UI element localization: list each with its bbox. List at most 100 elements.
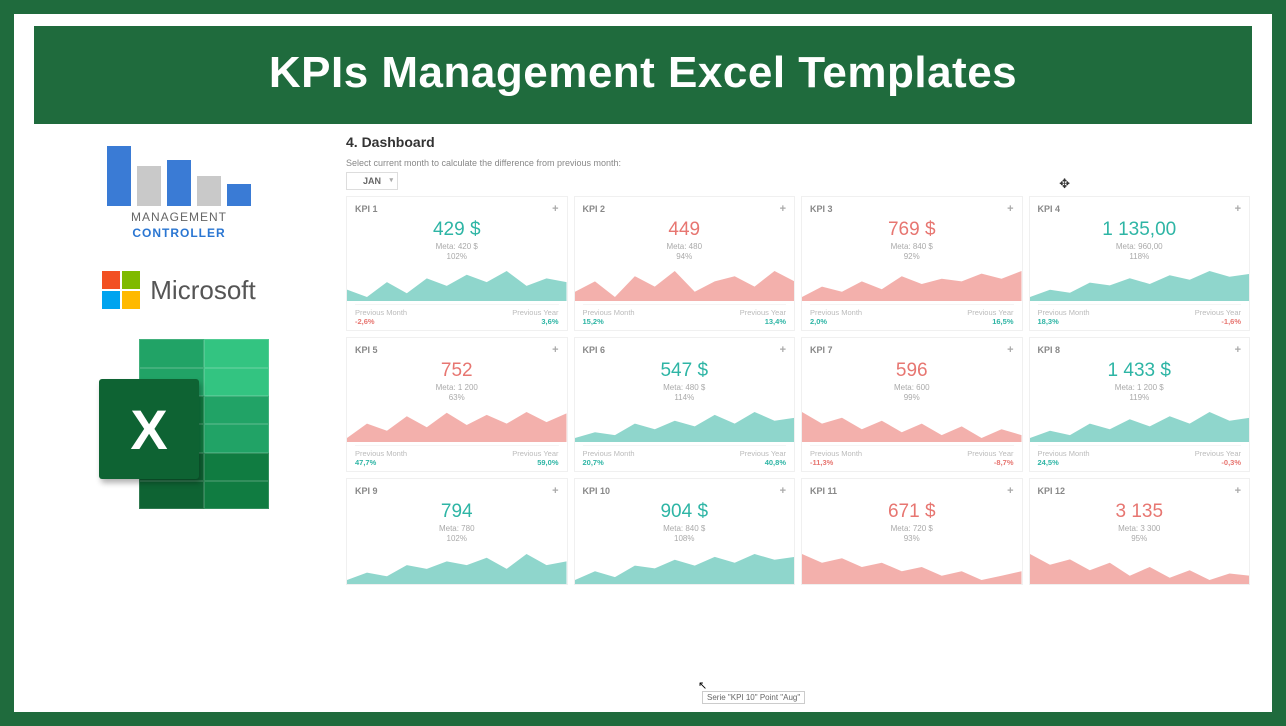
month-select[interactable]: JAN [346,172,398,190]
kpi-sparkline [802,265,1022,301]
expand-icon[interactable]: + [780,203,786,215]
kpi-card-2: KPI 2 + 449 Meta: 48094% Previous Month1… [574,196,796,331]
dashboard-subtitle: Select current month to calculate the di… [346,158,1250,168]
kpi-value: 752 [355,360,559,382]
kpi-name: KPI 7 [810,345,833,355]
expand-icon[interactable]: + [780,485,786,497]
kpi-sparkline [575,548,795,584]
excel-logo: X [79,329,279,519]
kpi-sparkline [575,265,795,301]
kpi-grid: KPI 1 + 429 $ Meta: 420 $102% Previous M… [346,196,1250,585]
expand-icon[interactable]: + [1007,344,1013,356]
kpi-sparkline [347,406,567,442]
kpi-value: 596 [810,360,1014,382]
kpi-footer: Previous Month-2,6% Previous Year3,6% [355,304,559,326]
left-sidebar: MANAGEMENT CONTROLLER Microsoft [34,130,324,700]
dashboard-heading: 4. Dashboard [346,134,1250,150]
kpi-sparkline [575,406,795,442]
kpi-value: 1 433 $ [1038,360,1242,382]
page-title: KPIs Management Excel Templates [34,48,1252,98]
kpi-name: KPI 11 [810,486,837,496]
kpi-sparkline [347,265,567,301]
kpi-footer: Previous Month2,0% Previous Year16,5% [810,304,1014,326]
kpi-value: 769 $ [810,219,1014,241]
kpi-card-12: KPI 12 + 3 135 Meta: 3 30095% [1029,478,1251,584]
kpi-card-9: KPI 9 + 794 Meta: 780102% [346,478,568,584]
kpi-card-6: KPI 6 + 547 $ Meta: 480 $114% Previous M… [574,337,796,472]
kpi-card-7: KPI 7 + 596 Meta: 60099% Previous Month-… [801,337,1023,472]
kpi-value: 904 $ [583,501,787,523]
logo-label: MANAGEMENT CONTROLLER [107,210,251,241]
expand-icon[interactable]: + [552,203,558,215]
kpi-name: KPI 12 [1038,486,1066,496]
kpi-meta: Meta: 1 200 $119% [1038,383,1242,402]
kpi-card-10: KPI 10 + 904 $ Meta: 840 $108% [574,478,796,584]
white-frame: KPIs Management Excel Templates MANAGEME… [14,14,1272,712]
expand-icon[interactable]: + [1235,485,1241,497]
kpi-name: KPI 9 [355,486,378,496]
title-bar: KPIs Management Excel Templates [34,26,1252,124]
kpi-meta: Meta: 3 30095% [1038,524,1242,543]
kpi-meta: Meta: 720 $93% [810,524,1014,543]
kpi-value: 671 $ [810,501,1014,523]
expand-icon[interactable]: + [1235,344,1241,356]
excel-x-icon: X [99,379,199,479]
kpi-name: KPI 3 [810,204,833,214]
dashboard-panel: 4. Dashboard Select current month to cal… [344,130,1252,700]
expand-icon[interactable]: + [780,344,786,356]
kpi-sparkline [1030,548,1250,584]
chart-tooltip: Serie "KPI 10" Point "Aug" [702,691,805,704]
kpi-sparkline [1030,406,1250,442]
kpi-footer: Previous Month15,2% Previous Year13,4% [583,304,787,326]
kpi-footer: Previous Month18,3% Previous Year-1,6% [1038,304,1242,326]
move-cursor-icon: ✥ [1059,176,1070,192]
kpi-meta: Meta: 960,00118% [1038,242,1242,261]
kpi-name: KPI 4 [1038,204,1061,214]
expand-icon[interactable]: + [1235,203,1241,215]
kpi-value: 429 $ [355,219,559,241]
kpi-footer: Previous Month-11,3% Previous Year-8,7% [810,445,1014,467]
kpi-value: 449 [583,219,787,241]
kpi-sparkline [802,406,1022,442]
microsoft-icon [102,271,140,309]
kpi-meta: Meta: 1 20063% [355,383,559,402]
kpi-card-3: KPI 3 + 769 $ Meta: 840 $92% Previous Mo… [801,196,1023,331]
microsoft-label: Microsoft [150,275,255,306]
kpi-meta: Meta: 780102% [355,524,559,543]
kpi-value: 3 135 [1038,501,1242,523]
kpi-name: KPI 8 [1038,345,1061,355]
kpi-name: KPI 10 [583,486,611,496]
expand-icon[interactable]: + [1007,203,1013,215]
expand-icon[interactable]: + [1007,485,1013,497]
kpi-card-5: KPI 5 + 752 Meta: 1 20063% Previous Mont… [346,337,568,472]
kpi-name: KPI 1 [355,204,378,214]
main-area: MANAGEMENT CONTROLLER Microsoft [34,130,1252,700]
kpi-name: KPI 5 [355,345,378,355]
kpi-meta: Meta: 420 $102% [355,242,559,261]
outer-frame: KPIs Management Excel Templates MANAGEME… [0,0,1286,726]
kpi-meta: Meta: 48094% [583,242,787,261]
kpi-footer: Previous Month47,7% Previous Year59,0% [355,445,559,467]
kpi-meta: Meta: 840 $108% [583,524,787,543]
management-controller-logo: MANAGEMENT CONTROLLER [107,136,251,241]
expand-icon[interactable]: + [552,344,558,356]
kpi-value: 794 [355,501,559,523]
kpi-card-1: KPI 1 + 429 $ Meta: 420 $102% Previous M… [346,196,568,331]
kpi-sparkline [802,548,1022,584]
kpi-name: KPI 2 [583,204,606,214]
kpi-name: KPI 6 [583,345,606,355]
kpi-meta: Meta: 480 $114% [583,383,787,402]
microsoft-logo: Microsoft [102,271,255,309]
kpi-sparkline [1030,265,1250,301]
kpi-footer: Previous Month20,7% Previous Year40,8% [583,445,787,467]
kpi-sparkline [347,548,567,584]
kpi-card-8: KPI 8 + 1 433 $ Meta: 1 200 $119% Previo… [1029,337,1251,472]
kpi-meta: Meta: 60099% [810,383,1014,402]
kpi-meta: Meta: 840 $92% [810,242,1014,261]
kpi-footer: Previous Month24,5% Previous Year-0,3% [1038,445,1242,467]
kpi-value: 1 135,00 [1038,219,1242,241]
kpi-value: 547 $ [583,360,787,382]
kpi-card-11: KPI 11 + 671 $ Meta: 720 $93% [801,478,1023,584]
kpi-card-4: KPI 4 + 1 135,00 Meta: 960,00118% Previo… [1029,196,1251,331]
expand-icon[interactable]: + [552,485,558,497]
